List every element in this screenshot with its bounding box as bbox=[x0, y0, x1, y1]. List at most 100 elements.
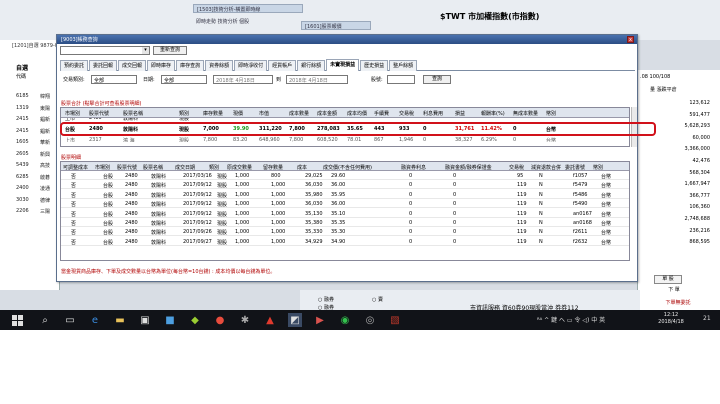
detail-header-cell[interactable]: 減資退款合併 bbox=[531, 164, 561, 171]
tab-10[interactable]: 歷史損益 bbox=[360, 60, 389, 71]
tab-9[interactable]: 未實現損益 bbox=[326, 59, 360, 71]
taskbar-clock[interactable]: 12:12 2018/4/18 bbox=[645, 312, 697, 326]
detail-header-cell[interactable]: 成交價(不含任何費用) bbox=[323, 164, 372, 171]
summary-header-cell[interactable]: 成本均價 bbox=[347, 110, 367, 117]
detail-header-cell[interactable]: 股票代號 bbox=[117, 164, 137, 171]
radio-sell[interactable]: ○ 賣 bbox=[372, 296, 383, 303]
tab-1[interactable]: 委託回報 bbox=[89, 60, 118, 71]
watchlist-name[interactable]: 新興 bbox=[40, 151, 50, 158]
watchlist-code[interactable]: 6285 bbox=[16, 174, 29, 180]
tab-4[interactable]: 庫存查詢 bbox=[176, 60, 205, 71]
task-view-icon[interactable]: ▭ bbox=[63, 313, 77, 327]
summary-header-cell[interactable]: 成本數量 bbox=[289, 110, 309, 117]
detail-row[interactable]: 否 台股 2480 敦陽科 2017/09/12 現股 1,000 1,000 35,380 35… bbox=[61, 219, 629, 227]
watchlist-name[interactable]: 三陽 bbox=[40, 208, 50, 215]
summary-header-cell[interactable]: 市值 bbox=[259, 110, 269, 117]
watchlist-code[interactable]: 1605 bbox=[16, 139, 29, 145]
file-explorer-icon[interactable]: ▬ bbox=[113, 313, 127, 327]
background-window-tabs[interactable]: 即時走勢 技術分析 個股 bbox=[193, 16, 293, 26]
detail-row[interactable]: 否 台股 2480 敦陽科 2017/09/12 現股 1,000 1,000 35,980 35… bbox=[61, 191, 629, 199]
watchlist-name[interactable]: 高技 bbox=[40, 162, 50, 169]
tab-7[interactable]: 經貨帳戶 bbox=[268, 60, 297, 71]
watchlist-code[interactable]: 2400 bbox=[16, 185, 29, 191]
detail-header-cell[interactable]: 融資券利息 bbox=[401, 164, 426, 171]
watchlist-code[interactable]: 2415 bbox=[16, 116, 29, 122]
network-app-icon[interactable]: ◎ bbox=[363, 313, 377, 327]
background-window-tab-chart[interactable]: [1503]技術分析-橫置即時線 bbox=[193, 4, 303, 13]
summary-header-cell[interactable]: 無成本數量 bbox=[513, 110, 538, 117]
notification-center-icon[interactable]: 21 bbox=[703, 315, 711, 322]
summary-header-cell[interactable]: 交易稅 bbox=[399, 110, 414, 117]
tab-6[interactable]: 即時淨收付 bbox=[234, 60, 268, 71]
detail-header-cell[interactable]: 留存數量 bbox=[263, 164, 283, 171]
summary-header-cell[interactable]: 幣別 bbox=[546, 110, 556, 117]
detail-row[interactable]: 否 台股 2480 敦陽科 2017/09/26 現股 1,000 1,000 35,330 35… bbox=[61, 228, 629, 237]
watchlist-code[interactable]: 2206 bbox=[16, 208, 29, 214]
line-app-icon[interactable]: ◉ bbox=[338, 313, 352, 327]
edge-browser-icon[interactable]: e bbox=[88, 313, 102, 327]
detail-header-cell[interactable]: 幣別 bbox=[593, 164, 603, 171]
watchlist-code[interactable]: 3030 bbox=[16, 197, 29, 203]
stock-app-icon-active[interactable]: ◩ bbox=[288, 313, 302, 327]
watchlist-name[interactable]: 錩新 bbox=[40, 128, 50, 135]
summary-header-cell[interactable]: 報酬率(%) bbox=[481, 110, 505, 117]
search-icon[interactable]: ⌕ bbox=[38, 313, 52, 327]
pdf-reader-icon[interactable]: ▲ bbox=[263, 313, 277, 327]
windows-start-icon[interactable] bbox=[10, 313, 24, 327]
summary-header-cell[interactable]: 利息費用 bbox=[423, 110, 443, 117]
dialog-titlebar[interactable]: [9003]帳務查詢 x bbox=[57, 35, 637, 44]
search-button[interactable]: 查詢 bbox=[423, 75, 451, 84]
chrome-icon[interactable]: ● bbox=[213, 313, 227, 327]
trading-app-icon[interactable]: ◆ bbox=[188, 313, 202, 327]
summary-header-cell[interactable]: 損益 bbox=[455, 110, 465, 117]
summary-header-cell[interactable]: 股票代號 bbox=[89, 110, 109, 117]
summary-header-cell[interactable]: 類別 bbox=[179, 110, 189, 117]
detail-row[interactable]: 否 台股 2480 敦陽科 2017/09/12 現股 1,000 1,000 36,030 36… bbox=[61, 200, 629, 209]
date-from-picker[interactable]: 2018年 4月18日 bbox=[213, 75, 273, 84]
watchlist-code[interactable]: 2605 bbox=[16, 151, 29, 157]
background-window-tab-quote[interactable]: [1601]股票報價 bbox=[301, 21, 371, 30]
tab-0[interactable]: 預約委託 bbox=[60, 60, 89, 71]
odd-lot-button[interactable]: 單 股 bbox=[654, 275, 682, 284]
watchlist-code[interactable]: 2415 bbox=[16, 128, 29, 134]
store-icon[interactable]: ▣ bbox=[138, 313, 152, 327]
photo-app-icon[interactable]: ▧ bbox=[388, 313, 402, 327]
requery-button[interactable]: 重新查詢 bbox=[153, 46, 187, 55]
tab-3[interactable]: 即時庫存 bbox=[147, 60, 176, 71]
watchlist-name[interactable]: 幃翔 bbox=[40, 93, 50, 100]
detail-header-cell[interactable]: 原成交數量 bbox=[227, 164, 252, 171]
watchlist-name[interactable]: 德律 bbox=[40, 197, 50, 204]
date-to-picker[interactable]: 2018年 4月18日 bbox=[286, 75, 348, 84]
detail-header-cell[interactable]: 成本 bbox=[297, 164, 307, 171]
watchlist-name[interactable]: 啟碁 bbox=[40, 174, 50, 181]
watchlist-code[interactable]: 5439 bbox=[16, 162, 29, 168]
watchlist-code[interactable]: 6185 bbox=[16, 93, 29, 99]
tab-8[interactable]: 銀行餘額 bbox=[297, 60, 326, 71]
detail-row[interactable]: 否 台股 2480 敦陽科 2017/09/12 現股 1,000 1,000 36,030 36… bbox=[61, 181, 629, 190]
settings-gear-icon[interactable]: ✱ bbox=[238, 313, 252, 327]
chevron-down-icon[interactable]: ▾ bbox=[142, 47, 149, 54]
detail-header-cell[interactable]: 委託書號 bbox=[565, 164, 585, 171]
account-combobox[interactable]: ▾ bbox=[60, 46, 150, 55]
detail-header-cell[interactable]: 融資金額/融券保證金 bbox=[445, 164, 492, 171]
tab-11[interactable]: 整戶餘額 bbox=[389, 60, 418, 71]
detail-row[interactable]: 否 台股 2480 敦陽科 2017/03/16 現股 1,000 800 29,025 29.6… bbox=[61, 172, 629, 180]
place-order-button[interactable]: 下 單 bbox=[654, 287, 694, 296]
close-icon[interactable]: x bbox=[627, 36, 634, 43]
stock-id-input[interactable] bbox=[387, 75, 415, 84]
summary-header-cell[interactable]: 手續費 bbox=[374, 110, 389, 117]
detail-row[interactable]: 否 台股 2480 敦陽科 2017/09/12 現股 1,000 1,000 35,130 35… bbox=[61, 210, 629, 218]
date-type-select[interactable]: 全部 bbox=[161, 75, 207, 84]
watchlist-code[interactable]: 1319 bbox=[16, 105, 29, 111]
summary-row-partial-2[interactable]: 上市 2317 鴻 海 現股 7,800 83.20 648,960 7,800 608,520… bbox=[61, 136, 629, 142]
detail-header-cell[interactable]: 交易稅 bbox=[509, 164, 524, 171]
detail-header-cell[interactable]: 類別 bbox=[209, 164, 219, 171]
summary-header-cell[interactable]: 庫存數量 bbox=[203, 110, 223, 117]
watchlist-name[interactable]: 華新 bbox=[40, 139, 50, 146]
media-app-icon[interactable]: ▶ bbox=[313, 313, 327, 327]
tab-2[interactable]: 成交回報 bbox=[118, 60, 147, 71]
detail-row[interactable]: 否 台股 2480 敦陽科 2017/09/27 現股 1,000 1,000 34,929 34… bbox=[61, 238, 629, 246]
watchlist-name[interactable]: 錩新 bbox=[40, 116, 50, 123]
radio-short-sell[interactable]: ○ 融券 bbox=[318, 296, 334, 303]
order-no-commission-button[interactable]: 下單無委託 bbox=[658, 300, 698, 309]
